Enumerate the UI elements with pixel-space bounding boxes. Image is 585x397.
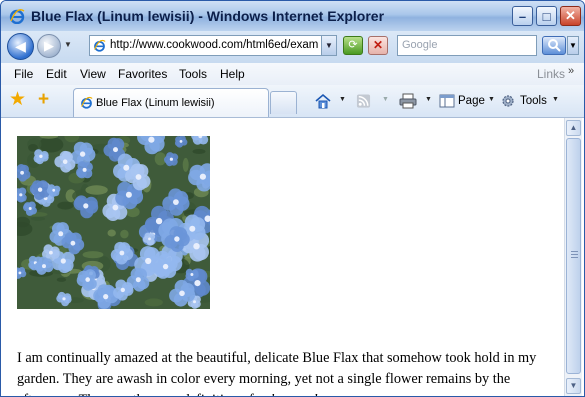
chevron-down-icon[interactable]: ▼ (425, 96, 432, 103)
chevron-double-right-icon[interactable]: » (568, 65, 574, 77)
new-tab-button[interactable] (270, 91, 297, 114)
address-field[interactable]: http://www.cookwood.com/html6ed/examp ▼ (89, 35, 337, 56)
maximize-button[interactable]: □ (536, 6, 557, 26)
tab-command-bar: ★ + Blue Flax (Linum lewisii) ▼ ▼ ▼ Page… (1, 85, 584, 118)
chevron-down-icon[interactable]: ▼ (382, 96, 389, 103)
refresh-button[interactable]: ⟳ (343, 36, 363, 55)
print-icon[interactable] (399, 93, 417, 109)
menu-view[interactable]: View (80, 67, 106, 81)
chevron-down-icon: ▼ (569, 41, 577, 50)
chevron-down-icon: ▼ (569, 381, 578, 390)
minimize-icon: – (518, 8, 527, 24)
maximize-icon: □ (542, 8, 551, 24)
paragraph-text: I am continually amazed at the beautiful… (17, 350, 537, 396)
search-input[interactable]: Google (397, 35, 537, 56)
scroll-down-button[interactable]: ▼ (566, 378, 581, 394)
chevron-down-icon[interactable]: ▼ (488, 96, 495, 103)
menu-file[interactable]: File (14, 67, 33, 81)
menu-favorites[interactable]: Favorites (118, 67, 167, 81)
search-icon (548, 39, 561, 52)
add-to-favorites-button[interactable]: + (38, 90, 49, 110)
star-icon: ★ (9, 89, 27, 110)
search-options-dropdown[interactable]: ▼ (567, 36, 579, 55)
gear-icon[interactable] (500, 93, 516, 109)
address-dropdown[interactable]: ▼ (321, 36, 336, 55)
browser-window: Blue Flax (Linum lewisii) - Windows Inte… (0, 0, 585, 397)
menu-tools[interactable]: Tools (179, 67, 207, 81)
chevron-down-icon: ▼ (325, 41, 333, 50)
plus-star-icon: + (38, 89, 50, 110)
tab-blue-flax[interactable]: Blue Flax (Linum lewisii) (73, 88, 269, 117)
favorites-center-button[interactable]: ★ (9, 90, 26, 110)
menu-bar: File Edit View Favorites Tools Help Link… (1, 63, 584, 85)
scroll-up-button[interactable]: ▲ (566, 120, 581, 136)
title-bar: Blue Flax (Linum lewisii) - Windows Inte… (1, 1, 584, 31)
description-paragraph: I am continually amazed at the beautiful… (17, 348, 562, 396)
search-button[interactable] (542, 36, 566, 55)
scroll-thumb[interactable] (566, 138, 581, 374)
chevron-down-icon[interactable]: ▼ (339, 96, 346, 103)
menu-edit[interactable]: Edit (46, 67, 67, 81)
back-arrow-icon: ◀ (15, 38, 26, 54)
ie-page-icon (81, 96, 93, 109)
forward-arrow-icon: ▶ (44, 38, 54, 53)
refresh-icon: ⟳ (348, 39, 358, 51)
tab-label: Blue Flax (Linum lewisii) (96, 97, 215, 109)
feeds-icon[interactable] (356, 93, 371, 109)
chevron-down-icon[interactable]: ▼ (552, 96, 559, 103)
window-title: Blue Flax (Linum lewisii) - Windows Inte… (31, 8, 385, 24)
close-icon: ✕ (565, 8, 576, 23)
forward-button[interactable]: ▶ (37, 34, 61, 58)
close-button[interactable]: ✕ (560, 6, 581, 26)
chevron-down-icon: ▼ (64, 40, 72, 49)
emphasis-ephemeral: ephemeral (257, 392, 317, 396)
blue-flax-photo (17, 136, 210, 309)
chevron-up-icon: ▲ (569, 123, 578, 132)
ie-page-icon (94, 39, 106, 52)
menu-help[interactable]: Help (220, 67, 245, 81)
stop-icon: ✕ (372, 38, 384, 52)
vertical-scrollbar[interactable]: ▲ ▼ (564, 118, 582, 396)
address-toolbar: ◀ ▶ ▼ http://www.cookwood.com/html6ed/ex… (1, 31, 584, 63)
search-placeholder: Google (402, 39, 438, 51)
ie-logo-icon (9, 9, 25, 24)
back-button[interactable]: ◀ (7, 33, 34, 60)
page-menu-label[interactable]: Page (458, 95, 485, 107)
minimize-button[interactable]: – (512, 6, 533, 26)
tools-menu-label[interactable]: Tools (520, 95, 547, 107)
links-toolbar[interactable]: Links (537, 67, 565, 81)
address-url: http://www.cookwood.com/html6ed/examp (110, 39, 318, 51)
stop-button[interactable]: ✕ (368, 36, 388, 55)
paragraph-end: . (318, 392, 322, 396)
home-icon[interactable] (315, 93, 331, 109)
page-icon[interactable] (439, 93, 455, 109)
grip-icon (571, 251, 578, 260)
page-content: I am continually amazed at the beautiful… (1, 118, 564, 396)
recent-pages-dropdown[interactable]: ▼ (64, 40, 72, 49)
